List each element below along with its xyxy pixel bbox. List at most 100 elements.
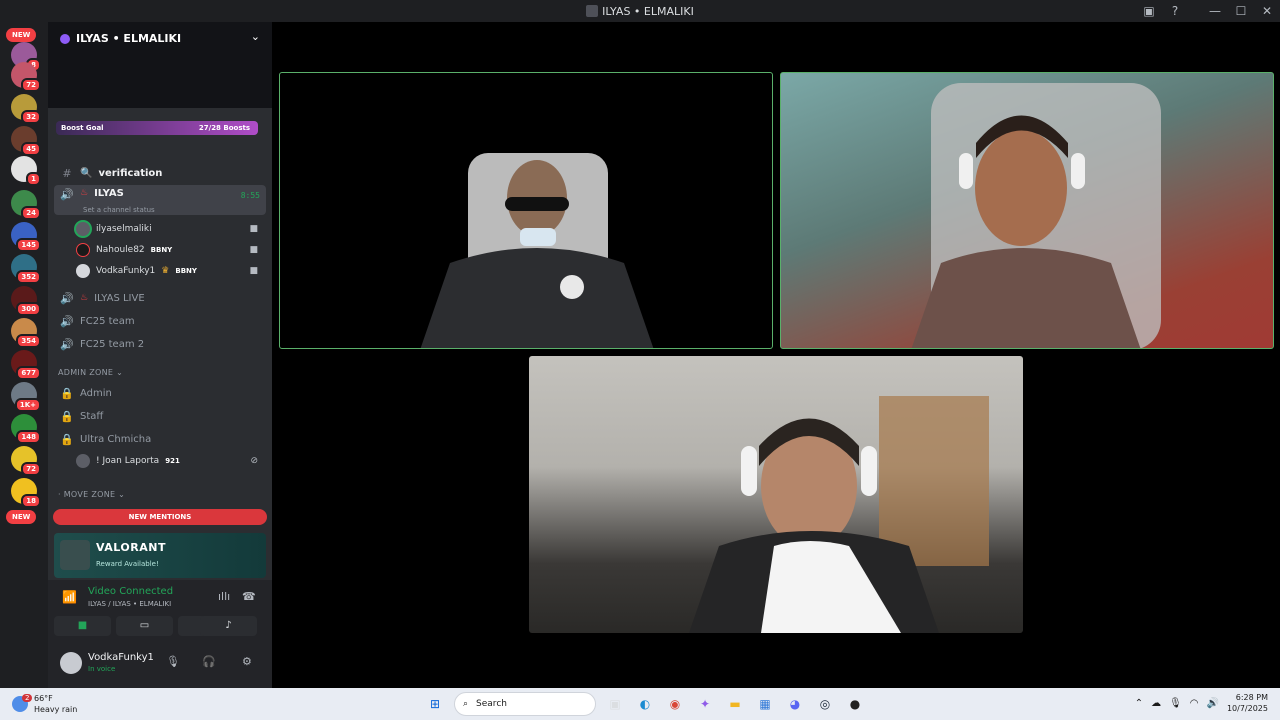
windows-taskbar: 2 66°F Heavy rain ⊞ ⌕ Search ▣ ◐ ◉ ✦ ▬ ▦…	[0, 688, 1280, 720]
channel-sidebar: ILYAS • ELMALIKI ⌄ Boost Goal 27/28 Boos…	[48, 22, 272, 688]
maximize-button[interactable]: ☐	[1228, 4, 1254, 18]
category-move-zone[interactable]: · MOVE ZONE ⌄	[58, 490, 125, 499]
screen-share-button[interactable]: ▭	[116, 616, 173, 636]
task-view-icon[interactable]: ▣	[604, 693, 626, 715]
video-tile-2[interactable]	[780, 72, 1274, 349]
participant-video	[911, 83, 1161, 348]
voice-user[interactable]: Nahoule82 BBNY ■	[76, 240, 266, 260]
chrome-icon[interactable]: ◉	[664, 693, 686, 715]
minimize-button[interactable]: —	[1202, 4, 1228, 18]
new-badge[interactable]: NEW	[6, 28, 37, 42]
video-tile-1[interactable]	[279, 72, 773, 349]
search-icon: ⌕	[463, 699, 469, 709]
channel-ultra-chmicha[interactable]: 🔒 Ultra Chmicha	[54, 428, 266, 450]
voice-user[interactable]: ilyaselmaliki ■	[76, 219, 266, 239]
chevron-up-icon[interactable]: ⌃	[1135, 698, 1143, 709]
network-icon[interactable]: ☁	[1151, 698, 1161, 709]
server-icon-5[interactable]: 1	[11, 156, 41, 186]
muted-icon: ⊘	[250, 456, 258, 466]
video-tile-3[interactable]	[529, 356, 1023, 633]
avatar	[76, 243, 90, 257]
title-bar: ILYAS • ELMALIKI ▣ ? — ☐ ✕	[0, 0, 1280, 22]
camera-icon: ■	[249, 245, 258, 255]
start-icon[interactable]: ⊞	[424, 693, 446, 715]
help-icon[interactable]: ?	[1162, 4, 1188, 18]
server-banner: ILYAS • ELMALIKI ⌄	[48, 22, 272, 108]
avatar[interactable]	[60, 652, 82, 674]
boost-goal-bar[interactable]: Boost Goal 27/28 Boosts	[56, 121, 258, 135]
speaker-icon: 🔊	[60, 291, 74, 305]
server-icon-3[interactable]: 32	[11, 94, 41, 124]
channel-status[interactable]: Set a channel status	[83, 206, 155, 214]
channel-fc25-team-2[interactable]: 🔊 FC25 team 2	[54, 333, 266, 355]
new-mentions-button[interactable]: NEW MENTIONS	[53, 509, 267, 525]
server-icon-13[interactable]: 148	[11, 414, 41, 444]
camera-icon: ■	[249, 266, 258, 276]
search-icon: 🔍	[80, 167, 93, 179]
voice-user[interactable]: ! Joan Laporta 921 ⊘	[76, 451, 266, 471]
microphone-icon[interactable]: 🎙	[1169, 698, 1182, 709]
inbox-icon[interactable]: ▣	[1136, 4, 1162, 18]
server-badge-icon	[60, 33, 70, 44]
speaker-icon: 🔊	[60, 337, 74, 351]
search-box[interactable]: ⌕ Search	[454, 692, 596, 716]
volume-icon[interactable]: 🔊	[1207, 698, 1219, 709]
server-icon-12[interactable]: 1K+	[11, 382, 41, 412]
chevron-down-icon[interactable]: ⌄	[251, 30, 260, 43]
channel-voice-ilyas[interactable]: 🔊 ♨ ILYAS 8:55 Set a channel status	[54, 185, 266, 215]
category-admin-zone[interactable]: ADMIN ZONE ⌄	[58, 368, 123, 377]
app-icon[interactable]: ●	[844, 693, 866, 715]
server-icon-7[interactable]: 145	[11, 222, 41, 252]
channel-fc25-team[interactable]: 🔊 FC25 team	[54, 310, 266, 332]
file-explorer-icon[interactable]: ▬	[724, 693, 746, 715]
server-icon-6[interactable]: 24	[11, 190, 41, 220]
avatar	[76, 454, 90, 468]
weather-widget[interactable]: 2 66°F Heavy rain	[12, 693, 77, 715]
signal-icon[interactable]: 📶	[62, 590, 77, 604]
lock-icon: 🔒	[60, 432, 74, 446]
discord-icon[interactable]: ◕	[784, 693, 806, 715]
promo-image	[60, 540, 90, 570]
channel-admin[interactable]: 🔒 Admin	[54, 382, 266, 404]
server-icon-11[interactable]: 677	[11, 350, 41, 380]
channel-ilyas-live[interactable]: 🔊 ♨ ILYAS LIVE	[54, 287, 266, 309]
store-icon[interactable]: ▦	[754, 693, 776, 715]
alarm-icon: ♨	[80, 293, 89, 303]
speaker-icon: 🔊	[60, 188, 74, 201]
wifi-icon[interactable]: ◠	[1190, 698, 1199, 709]
noise-suppression-icon[interactable]: ıllı	[218, 590, 230, 603]
user-panel: VodkaFunky1 In voice 🎙 🎧 ⚙	[48, 642, 272, 688]
voice-user[interactable]: VodkaFunky1 ♛ BBNY ■	[76, 261, 266, 281]
promo-banner[interactable]: VALORANT Reward Available!	[54, 533, 266, 578]
channel-staff[interactable]: 🔒 Staff	[54, 405, 266, 427]
lock-icon: 🔒	[60, 409, 74, 423]
alarm-icon: ♨	[80, 188, 89, 198]
server-icon-9[interactable]: 300	[11, 286, 41, 316]
call-timer: 8:55	[240, 191, 260, 200]
server-icon-4[interactable]: 45	[11, 126, 41, 156]
steam-icon[interactable]: ◎	[814, 693, 836, 715]
close-button[interactable]: ✕	[1254, 4, 1280, 18]
headphones-icon[interactable]: 🎧	[202, 655, 216, 668]
clock[interactable]: 6:28 PM 10/7/2025	[1227, 692, 1268, 714]
participant-video	[420, 153, 654, 348]
server-icon-8[interactable]: 352	[11, 254, 41, 284]
participant-video	[689, 396, 989, 633]
camera-button[interactable]: ■	[54, 616, 111, 636]
crown-icon: ♛	[161, 266, 170, 276]
server-name[interactable]: ILYAS • ELMALIKI	[60, 32, 181, 45]
new-badge-bottom[interactable]: NEW	[6, 510, 37, 524]
server-icon-15[interactable]: 18	[11, 478, 41, 508]
disconnect-icon[interactable]: ☎	[242, 590, 256, 603]
server-icon-2[interactable]: 72	[11, 62, 41, 92]
server-icon-14[interactable]: 72	[11, 446, 41, 476]
copilot-icon[interactable]: ✦	[694, 693, 716, 715]
edge-icon[interactable]: ◐	[634, 693, 656, 715]
settings-icon[interactable]: ⚙	[242, 655, 252, 668]
hashtag-icon: #	[62, 166, 72, 180]
server-icon-10[interactable]: 354	[11, 318, 41, 348]
soundboard-button[interactable]: ♪	[200, 616, 257, 636]
microphone-icon[interactable]: 🎙	[166, 655, 180, 668]
avatar	[76, 264, 90, 278]
channel-verification[interactable]: # 🔍 verification	[54, 162, 266, 184]
